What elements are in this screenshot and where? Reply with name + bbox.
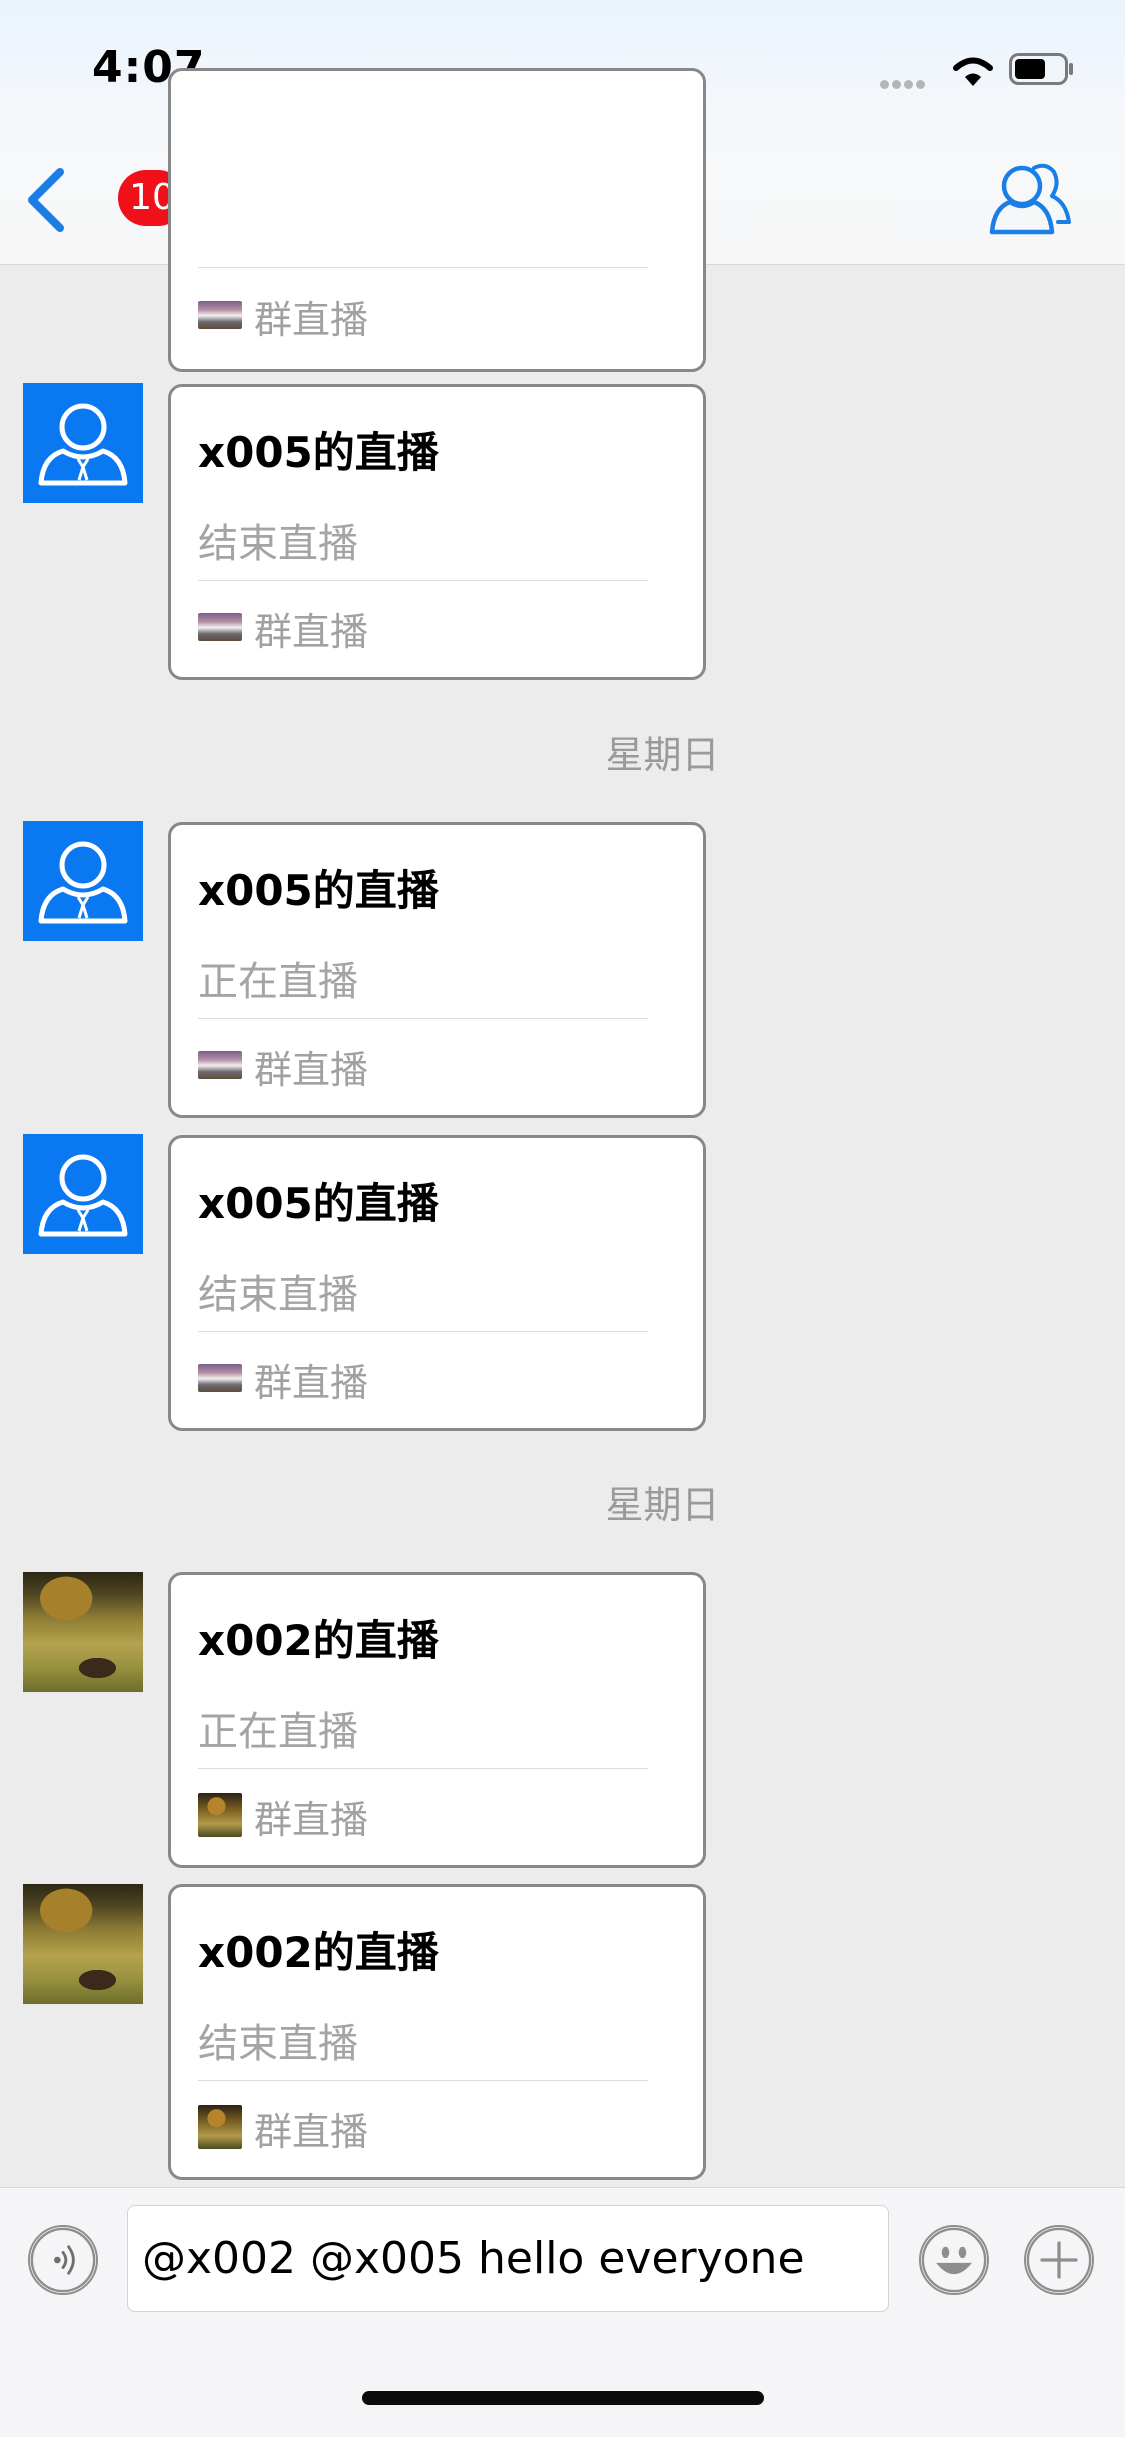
- group-members-button[interactable]: [986, 158, 1072, 236]
- more-options-button[interactable]: [1024, 2225, 1094, 2295]
- live-thumbnail: [198, 1364, 242, 1392]
- card-divider: [198, 1331, 648, 1332]
- card-divider: [198, 1018, 648, 1019]
- live-card[interactable]: x005的直播 结束直播 群直播: [168, 384, 706, 680]
- card-source-label: 群直播: [254, 2110, 369, 2154]
- card-title: x002的直播: [198, 1616, 439, 1665]
- avatar[interactable]: [23, 821, 143, 941]
- voice-input-button[interactable]: [28, 2225, 98, 2295]
- avatar[interactable]: [23, 1572, 143, 1692]
- live-thumbnail: [198, 2105, 242, 2149]
- card-status: 正在直播: [198, 959, 358, 1005]
- card-status: 正在直播: [198, 1709, 358, 1755]
- live-card[interactable]: x002的直播 结束直播 群直播: [168, 1884, 706, 2180]
- avatar[interactable]: [23, 383, 143, 503]
- card-title: x002的直播: [198, 1928, 439, 1977]
- live-thumbnail: [198, 1051, 242, 1079]
- card-status: 结束直播: [198, 2021, 358, 2067]
- card-source-label: 群直播: [254, 298, 369, 342]
- card-status: 结束直播: [198, 521, 358, 567]
- person-icon: [38, 403, 128, 486]
- person-icon: [38, 1154, 128, 1237]
- live-thumbnail: [198, 1793, 242, 1837]
- live-card[interactable]: 群直播: [168, 68, 706, 372]
- day-separator: 星期日: [605, 1483, 720, 1527]
- card-title: x005的直播: [198, 428, 439, 477]
- card-divider: [198, 2080, 648, 2081]
- card-source-label: 群直播: [254, 610, 369, 654]
- emoji-button[interactable]: [919, 2225, 989, 2295]
- live-card[interactable]: x005的直播 结束直播 群直播: [168, 1135, 706, 1431]
- card-divider: [198, 580, 648, 581]
- card-status: 结束直播: [198, 1272, 358, 1318]
- person-icon: [38, 841, 128, 924]
- card-source-label: 群直播: [254, 1798, 369, 1842]
- live-card[interactable]: x005的直播 正在直播 群直播: [168, 822, 706, 1118]
- back-button[interactable]: [22, 168, 68, 232]
- wifi-icon: [953, 57, 993, 86]
- card-source-label: 群直播: [254, 1048, 369, 1092]
- live-thumbnail: [198, 613, 242, 641]
- cellular-signal-icon: [880, 74, 928, 93]
- card-title: x005的直播: [198, 866, 439, 915]
- battery-icon: [1009, 53, 1073, 85]
- card-divider: [198, 1768, 648, 1769]
- live-card[interactable]: x002的直播 正在直播 群直播: [168, 1572, 706, 1868]
- card-source-label: 群直播: [254, 1361, 369, 1405]
- home-indicator: [362, 2391, 764, 2405]
- message-input[interactable]: @x002 @x005 hello everyone: [127, 2205, 889, 2312]
- card-title: x005的直播: [198, 1179, 439, 1228]
- card-divider: [198, 267, 648, 268]
- avatar[interactable]: [23, 1134, 143, 1254]
- avatar[interactable]: [23, 1884, 143, 2004]
- live-thumbnail: [198, 301, 242, 329]
- day-separator: 星期日: [605, 733, 720, 777]
